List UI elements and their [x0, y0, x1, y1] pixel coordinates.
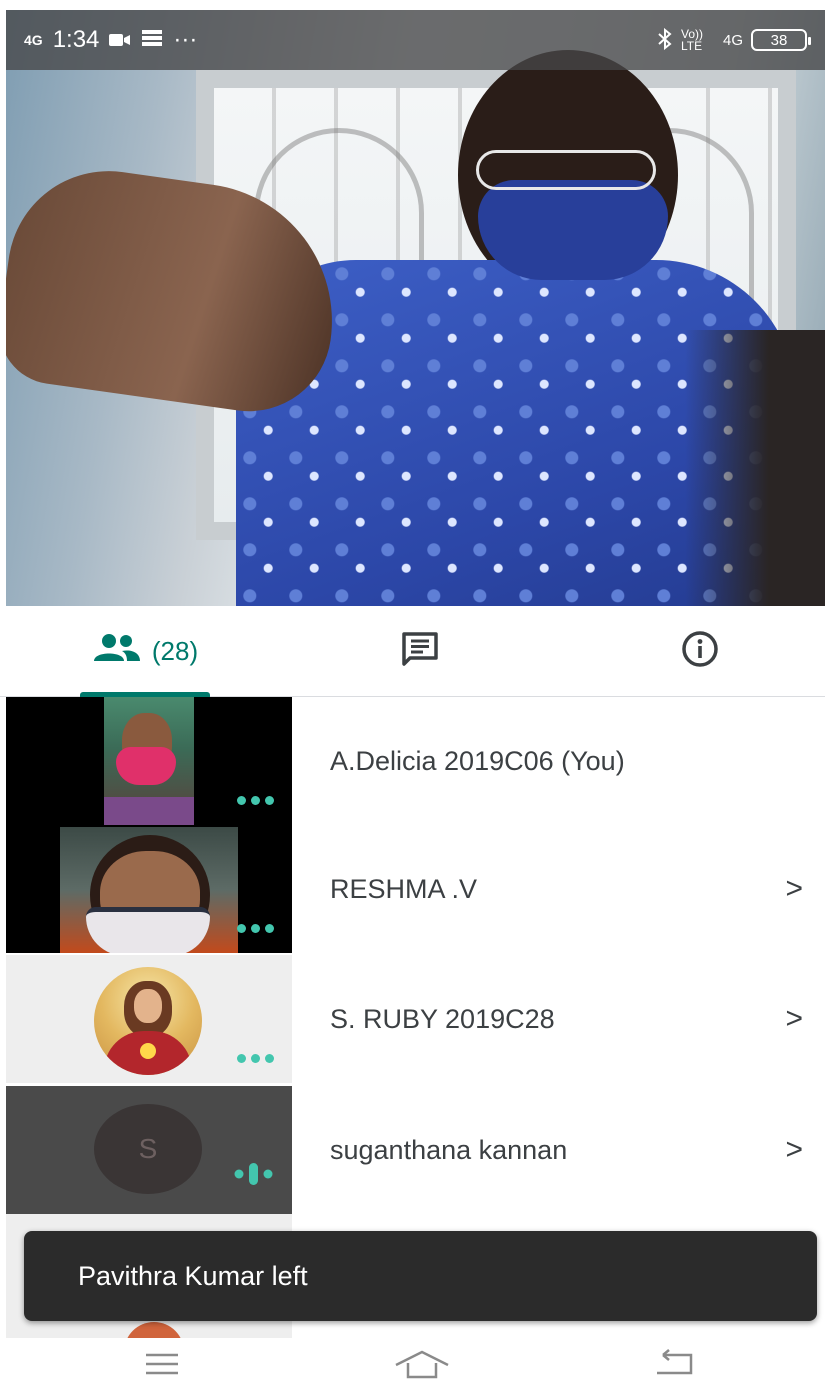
- speaker-glasses: [476, 150, 656, 190]
- chat-icon: [400, 630, 440, 673]
- tab-chat[interactable]: [380, 606, 460, 696]
- participant-video-thumbnail: [6, 825, 292, 953]
- battery-icon: 38: [751, 29, 811, 51]
- speaker-mask: [478, 180, 668, 280]
- system-nav-bar: [0, 1338, 825, 1386]
- camera-icon: [109, 26, 131, 54]
- chevron-right-icon[interactable]: >: [785, 825, 803, 953]
- video-shadow: [685, 330, 825, 606]
- home-icon[interactable]: [392, 1346, 452, 1382]
- back-icon[interactable]: [644, 1346, 704, 1382]
- avatar: [94, 967, 202, 1075]
- participant-avatar-thumbnail: S: [6, 1086, 292, 1214]
- more-notifications-icon: ···: [173, 26, 198, 53]
- signal-icon: 4G: [24, 32, 43, 48]
- participant-row[interactable]: S. RUBY 2019C28 >: [0, 955, 825, 1083]
- chevron-right-icon[interactable]: >: [785, 1086, 803, 1214]
- tab-people[interactable]: (28): [70, 606, 220, 697]
- participant-row[interactable]: RESHMA .V >: [0, 825, 825, 953]
- more-options-icon[interactable]: [237, 796, 274, 805]
- network-indicator: 4G: [722, 31, 743, 49]
- participant-name: A.Delicia 2019C06 (You): [330, 745, 625, 776]
- chevron-right-icon[interactable]: >: [785, 955, 803, 1083]
- participant-video: [104, 697, 194, 825]
- status-bar: 4G 1:34 ··· Vo)) LTE 4G 38: [6, 10, 825, 70]
- participant-row[interactable]: A.Delicia 2019C06 (You): [0, 697, 825, 825]
- participant-name: suganthana kannan: [330, 1134, 568, 1165]
- participant-row[interactable]: S suganthana kannan >: [0, 1086, 825, 1214]
- more-options-icon[interactable]: [237, 1054, 274, 1063]
- participant-video-thumbnail: [6, 697, 292, 825]
- meeting-tabs: (28): [0, 606, 825, 697]
- participant-name: S. RUBY 2019C28: [330, 1003, 555, 1034]
- menu-icon[interactable]: [132, 1346, 192, 1382]
- participant-video: [60, 827, 238, 953]
- battery-level: 38: [770, 31, 788, 49]
- clock: 1:34: [52, 26, 100, 53]
- data-icon: [141, 26, 163, 54]
- participant-name: RESHMA .V: [330, 873, 478, 904]
- bluetooth-icon: [657, 27, 673, 53]
- people-count: (28): [151, 635, 199, 666]
- speaking-indicator-icon: [234, 1161, 274, 1192]
- info-icon: [680, 629, 720, 674]
- snackbar-notification: Pavithra Kumar left: [24, 1231, 817, 1321]
- people-icon: [92, 633, 142, 670]
- snackbar-message: Pavithra Kumar left: [78, 1260, 308, 1291]
- more-options-icon[interactable]: [237, 924, 274, 933]
- main-video-feed[interactable]: [6, 10, 825, 606]
- participant-avatar-thumbnail: [6, 955, 292, 1083]
- tab-info[interactable]: [660, 606, 740, 696]
- volte-indicator: Vo)) LTE: [680, 27, 703, 53]
- avatar-initial: S: [94, 1104, 202, 1194]
